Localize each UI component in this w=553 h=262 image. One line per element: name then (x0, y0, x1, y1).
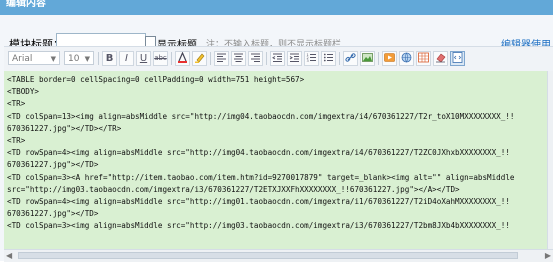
scrollbar-thumb[interactable] (18, 252, 518, 259)
table-icon (418, 52, 429, 63)
bold-button[interactable]: B (102, 51, 117, 66)
source-code-icon (452, 52, 463, 63)
code-line: src="http://img03.taobaocdn.com/imgextra… (7, 184, 460, 194)
image-icon (362, 53, 373, 62)
toolbar-divider (171, 52, 172, 65)
code-line: <TD colSpan=13><img align=absMiddle src=… (7, 111, 515, 121)
source-code-text: <TABLE border=0 cellSpacing=0 cellPaddin… (4, 71, 547, 233)
code-line: 670361227.jpg"></TD> (7, 209, 99, 219)
unordered-list-icon (323, 53, 333, 62)
code-line: <TR> (7, 136, 26, 146)
chevron-down-icon: ▼ (84, 55, 90, 63)
font-size-select[interactable]: 10 ▼ (64, 51, 94, 65)
align-right-button[interactable] (248, 51, 263, 66)
text-color-icon (178, 51, 187, 63)
toolbar-divider (210, 52, 211, 65)
code-line: <TD colSpan=3><A href="http://item.taoba… (7, 172, 515, 182)
horizontal-scrollbar[interactable]: ◀ ▶ (4, 249, 553, 262)
align-left-icon (217, 53, 226, 62)
highlight-button[interactable] (192, 51, 207, 66)
insert-media-button[interactable] (382, 51, 397, 66)
font-size-value: 10 (68, 54, 80, 64)
toolbar-divider (378, 52, 379, 65)
strikethrough-button[interactable]: abc (153, 51, 168, 66)
underline-button[interactable]: U (136, 51, 151, 66)
source-code-button[interactable] (450, 51, 465, 66)
toolbar-divider (266, 52, 267, 65)
text-color-button[interactable] (175, 51, 190, 66)
highlighter-icon (195, 53, 205, 63)
panel-title: 编辑内容 (6, 0, 46, 9)
code-line: <TD rowSpan=4><img align=absMiddle src="… (7, 148, 510, 158)
editor-toolbar: Arial ▼ 10 ▼ B I U abc 123 (4, 46, 553, 72)
code-line: <TR> (7, 99, 26, 109)
font-family-select[interactable]: Arial ▼ (8, 51, 60, 65)
toolbar-divider (98, 52, 99, 65)
ordered-list-button[interactable]: 123 (304, 51, 319, 66)
indent-icon (289, 53, 299, 62)
link-icon (345, 53, 356, 62)
code-line: <TD colSpan=3><img align=absMiddle src="… (7, 221, 510, 231)
indent-button[interactable] (287, 51, 302, 66)
align-center-button[interactable] (231, 51, 246, 66)
eraser-icon (436, 53, 446, 63)
clear-format-button[interactable] (433, 51, 448, 66)
chevron-down-icon: ▼ (50, 55, 56, 63)
code-line: 670361227.jpg"></TD> (7, 160, 99, 170)
font-family-value: Arial (12, 54, 33, 64)
align-right-icon (251, 53, 260, 62)
italic-button[interactable]: I (119, 51, 134, 66)
code-line: 670361227.jpg"></TD></TR> (7, 123, 122, 133)
insert-table-button[interactable] (416, 51, 431, 66)
scroll-left-arrow-icon[interactable]: ◀ (6, 251, 12, 260)
align-center-icon (234, 53, 243, 62)
globe-icon (401, 52, 412, 63)
vertical-scrollbar[interactable] (547, 71, 553, 249)
ordered-list-icon: 123 (307, 53, 316, 63)
unordered-list-button[interactable] (321, 51, 336, 66)
code-line: <TD rowSpan=4><img align=absMiddle src="… (7, 197, 510, 207)
insert-link-button[interactable] (343, 51, 358, 66)
scroll-right-arrow-icon[interactable]: ▶ (545, 251, 551, 260)
media-icon (384, 53, 395, 62)
source-editor[interactable]: <TABLE border=0 cellSpacing=0 cellPaddin… (4, 71, 547, 249)
outdent-button[interactable] (270, 51, 285, 66)
svg-text:3: 3 (307, 59, 309, 63)
code-line: <TBODY> (7, 87, 40, 97)
panel-header: 编辑内容 (0, 0, 553, 15)
align-left-button[interactable] (214, 51, 229, 66)
code-line: <TABLE border=0 cellSpacing=0 cellPaddin… (7, 75, 305, 84)
insert-image-button[interactable] (360, 51, 375, 66)
toolbar-divider (339, 52, 340, 65)
outdent-icon (272, 53, 282, 62)
insert-special-button[interactable] (399, 51, 414, 66)
